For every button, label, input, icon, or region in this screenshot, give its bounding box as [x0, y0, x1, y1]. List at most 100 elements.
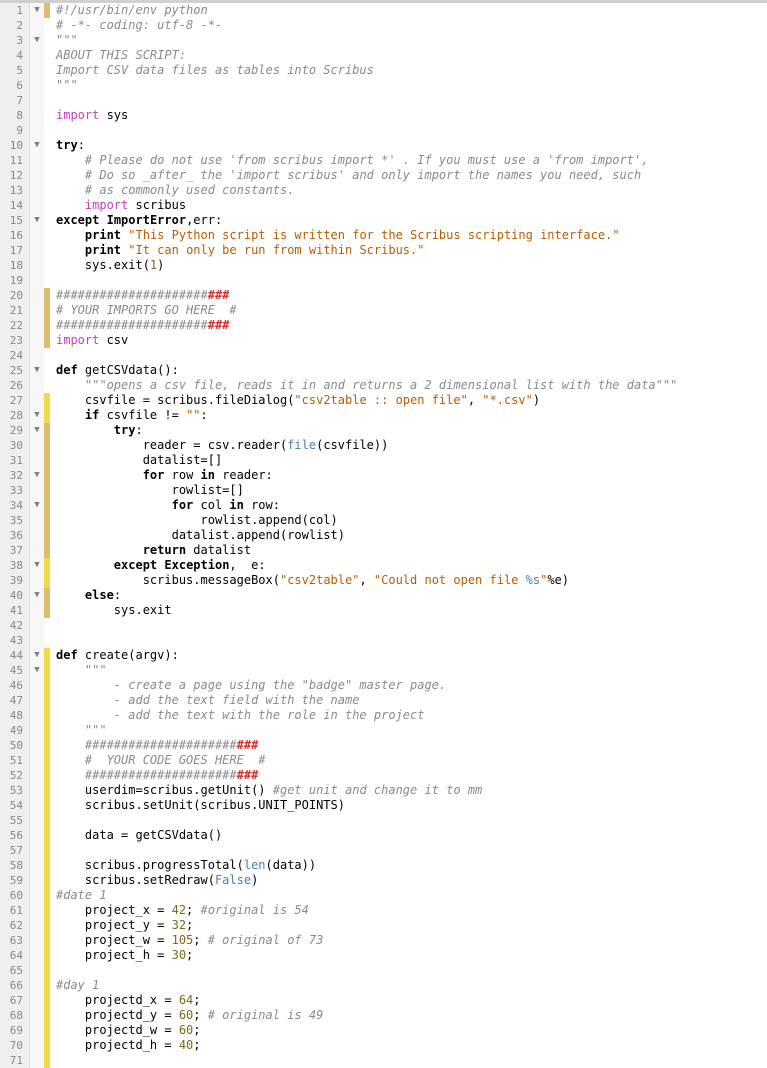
line-number[interactable]: 45	[0, 663, 29, 678]
line-number[interactable]: 13	[0, 183, 29, 198]
code-line[interactable]: ABOUT THIS SCRIPT:	[56, 48, 767, 63]
code-line[interactable]: Import CSV data files as tables into Scr…	[56, 63, 767, 78]
line-number[interactable]: 12	[0, 168, 29, 183]
code-line[interactable]: # YOUR CODE GOES HERE #	[56, 753, 767, 768]
code-line[interactable]: """opens a csv file, reads it in and ret…	[56, 378, 767, 393]
code-line[interactable]: ########################	[56, 738, 767, 753]
line-number[interactable]: 24	[0, 348, 29, 363]
line-number[interactable]: 56	[0, 828, 29, 843]
fold-toggle[interactable]: ▼	[30, 363, 44, 378]
line-number[interactable]: 11	[0, 153, 29, 168]
code-line[interactable]	[56, 963, 767, 978]
line-number[interactable]: 49	[0, 723, 29, 738]
line-number[interactable]: 38	[0, 558, 29, 573]
code-line[interactable]: projectd_x = 64;	[56, 993, 767, 1008]
line-number[interactable]: 57	[0, 843, 29, 858]
fold-toggle[interactable]: ▼	[30, 558, 44, 573]
code-line[interactable]: for col in row:	[56, 498, 767, 513]
code-line[interactable]: scribus.progressTotal(len(data))	[56, 858, 767, 873]
fold-toggle[interactable]: ▼	[30, 648, 44, 663]
code-line[interactable]: # Do so _after_ the 'import scribus' and…	[56, 168, 767, 183]
code-line[interactable]: projectd_w = 60;	[56, 1023, 767, 1038]
line-number[interactable]: 6	[0, 78, 29, 93]
line-number[interactable]: 5	[0, 63, 29, 78]
line-number[interactable]: 21	[0, 303, 29, 318]
line-number[interactable]: 19	[0, 273, 29, 288]
line-number[interactable]: 60	[0, 888, 29, 903]
code-line[interactable]: projectd_h = 40;	[56, 1038, 767, 1053]
line-number[interactable]: 37	[0, 543, 29, 558]
line-number[interactable]: 44	[0, 648, 29, 663]
line-number[interactable]: 20	[0, 288, 29, 303]
code-line[interactable]	[56, 1053, 767, 1068]
code-line[interactable]: ########################	[56, 288, 767, 303]
line-number-gutter[interactable]: 1234567891011121314151617181920212223242…	[0, 3, 30, 1068]
fold-toggle[interactable]: ▼	[30, 213, 44, 228]
fold-toggle[interactable]: ▼	[30, 3, 44, 18]
code-line[interactable]: else:	[56, 588, 767, 603]
code-line[interactable]: print "It can only be run from within Sc…	[56, 243, 767, 258]
line-number[interactable]: 30	[0, 438, 29, 453]
fold-toggle[interactable]: ▼	[30, 423, 44, 438]
code-line[interactable]: import scribus	[56, 198, 767, 213]
code-line[interactable]: sys.exit	[56, 603, 767, 618]
line-number[interactable]: 35	[0, 513, 29, 528]
code-line[interactable]: ########################	[56, 318, 767, 333]
line-number[interactable]: 26	[0, 378, 29, 393]
line-number[interactable]: 53	[0, 783, 29, 798]
line-number[interactable]: 10	[0, 138, 29, 153]
code-line[interactable]: datalist=[]	[56, 453, 767, 468]
code-line[interactable]	[56, 633, 767, 648]
line-number[interactable]: 3	[0, 33, 29, 48]
code-line[interactable]	[56, 93, 767, 108]
code-line[interactable]: # -*- coding: utf-8 -*-	[56, 18, 767, 33]
line-number[interactable]: 54	[0, 798, 29, 813]
line-number[interactable]: 33	[0, 483, 29, 498]
code-line[interactable]: def create(argv):	[56, 648, 767, 663]
code-line[interactable]: except Exception, e:	[56, 558, 767, 573]
code-line[interactable]: if csvfile != "":	[56, 408, 767, 423]
line-number[interactable]: 52	[0, 768, 29, 783]
line-number[interactable]: 16	[0, 228, 29, 243]
line-number[interactable]: 25	[0, 363, 29, 378]
code-line[interactable]: #!/usr/bin/env python	[56, 3, 767, 18]
line-number[interactable]: 70	[0, 1038, 29, 1053]
code-line[interactable]: import sys	[56, 108, 767, 123]
code-line[interactable]: #day 1	[56, 978, 767, 993]
line-number[interactable]: 31	[0, 453, 29, 468]
fold-toggle[interactable]: ▼	[30, 138, 44, 153]
code-line[interactable]: def getCSVdata():	[56, 363, 767, 378]
line-number[interactable]: 29	[0, 423, 29, 438]
code-line[interactable]: """	[56, 33, 767, 48]
line-number[interactable]: 62	[0, 918, 29, 933]
line-number[interactable]: 18	[0, 258, 29, 273]
code-line[interactable]: import csv	[56, 333, 767, 348]
line-number[interactable]: 28	[0, 408, 29, 423]
line-number[interactable]: 59	[0, 873, 29, 888]
line-number[interactable]: 36	[0, 528, 29, 543]
code-line[interactable]: scribus.setUnit(scribus.UNIT_POINTS)	[56, 798, 767, 813]
line-number[interactable]: 47	[0, 693, 29, 708]
line-number[interactable]: 46	[0, 678, 29, 693]
code-line[interactable]: project_y = 32;	[56, 918, 767, 933]
code-line[interactable]	[56, 843, 767, 858]
line-number[interactable]: 2	[0, 18, 29, 33]
line-number[interactable]: 1	[0, 3, 29, 18]
code-line[interactable]: print "This Python script is written for…	[56, 228, 767, 243]
fold-toggle[interactable]: ▼	[30, 588, 44, 603]
code-line[interactable]: project_x = 42; #original is 54	[56, 903, 767, 918]
line-number[interactable]: 43	[0, 633, 29, 648]
line-number[interactable]: 61	[0, 903, 29, 918]
code-line[interactable]: """	[56, 663, 767, 678]
code-line[interactable]: #date 1	[56, 888, 767, 903]
fold-column[interactable]: ▼▼▼▼▼▼▼▼▼▼▼▼▼	[30, 3, 44, 1068]
code-line[interactable]: """	[56, 78, 767, 93]
line-number[interactable]: 8	[0, 108, 29, 123]
line-number[interactable]: 40	[0, 588, 29, 603]
line-number[interactable]: 55	[0, 813, 29, 828]
code-line[interactable]: scribus.messageBox("csv2table", "Could n…	[56, 573, 767, 588]
code-line[interactable]: # as commonly used constants.	[56, 183, 767, 198]
line-number[interactable]: 65	[0, 963, 29, 978]
code-line[interactable]: except ImportError,err:	[56, 213, 767, 228]
line-number[interactable]: 64	[0, 948, 29, 963]
